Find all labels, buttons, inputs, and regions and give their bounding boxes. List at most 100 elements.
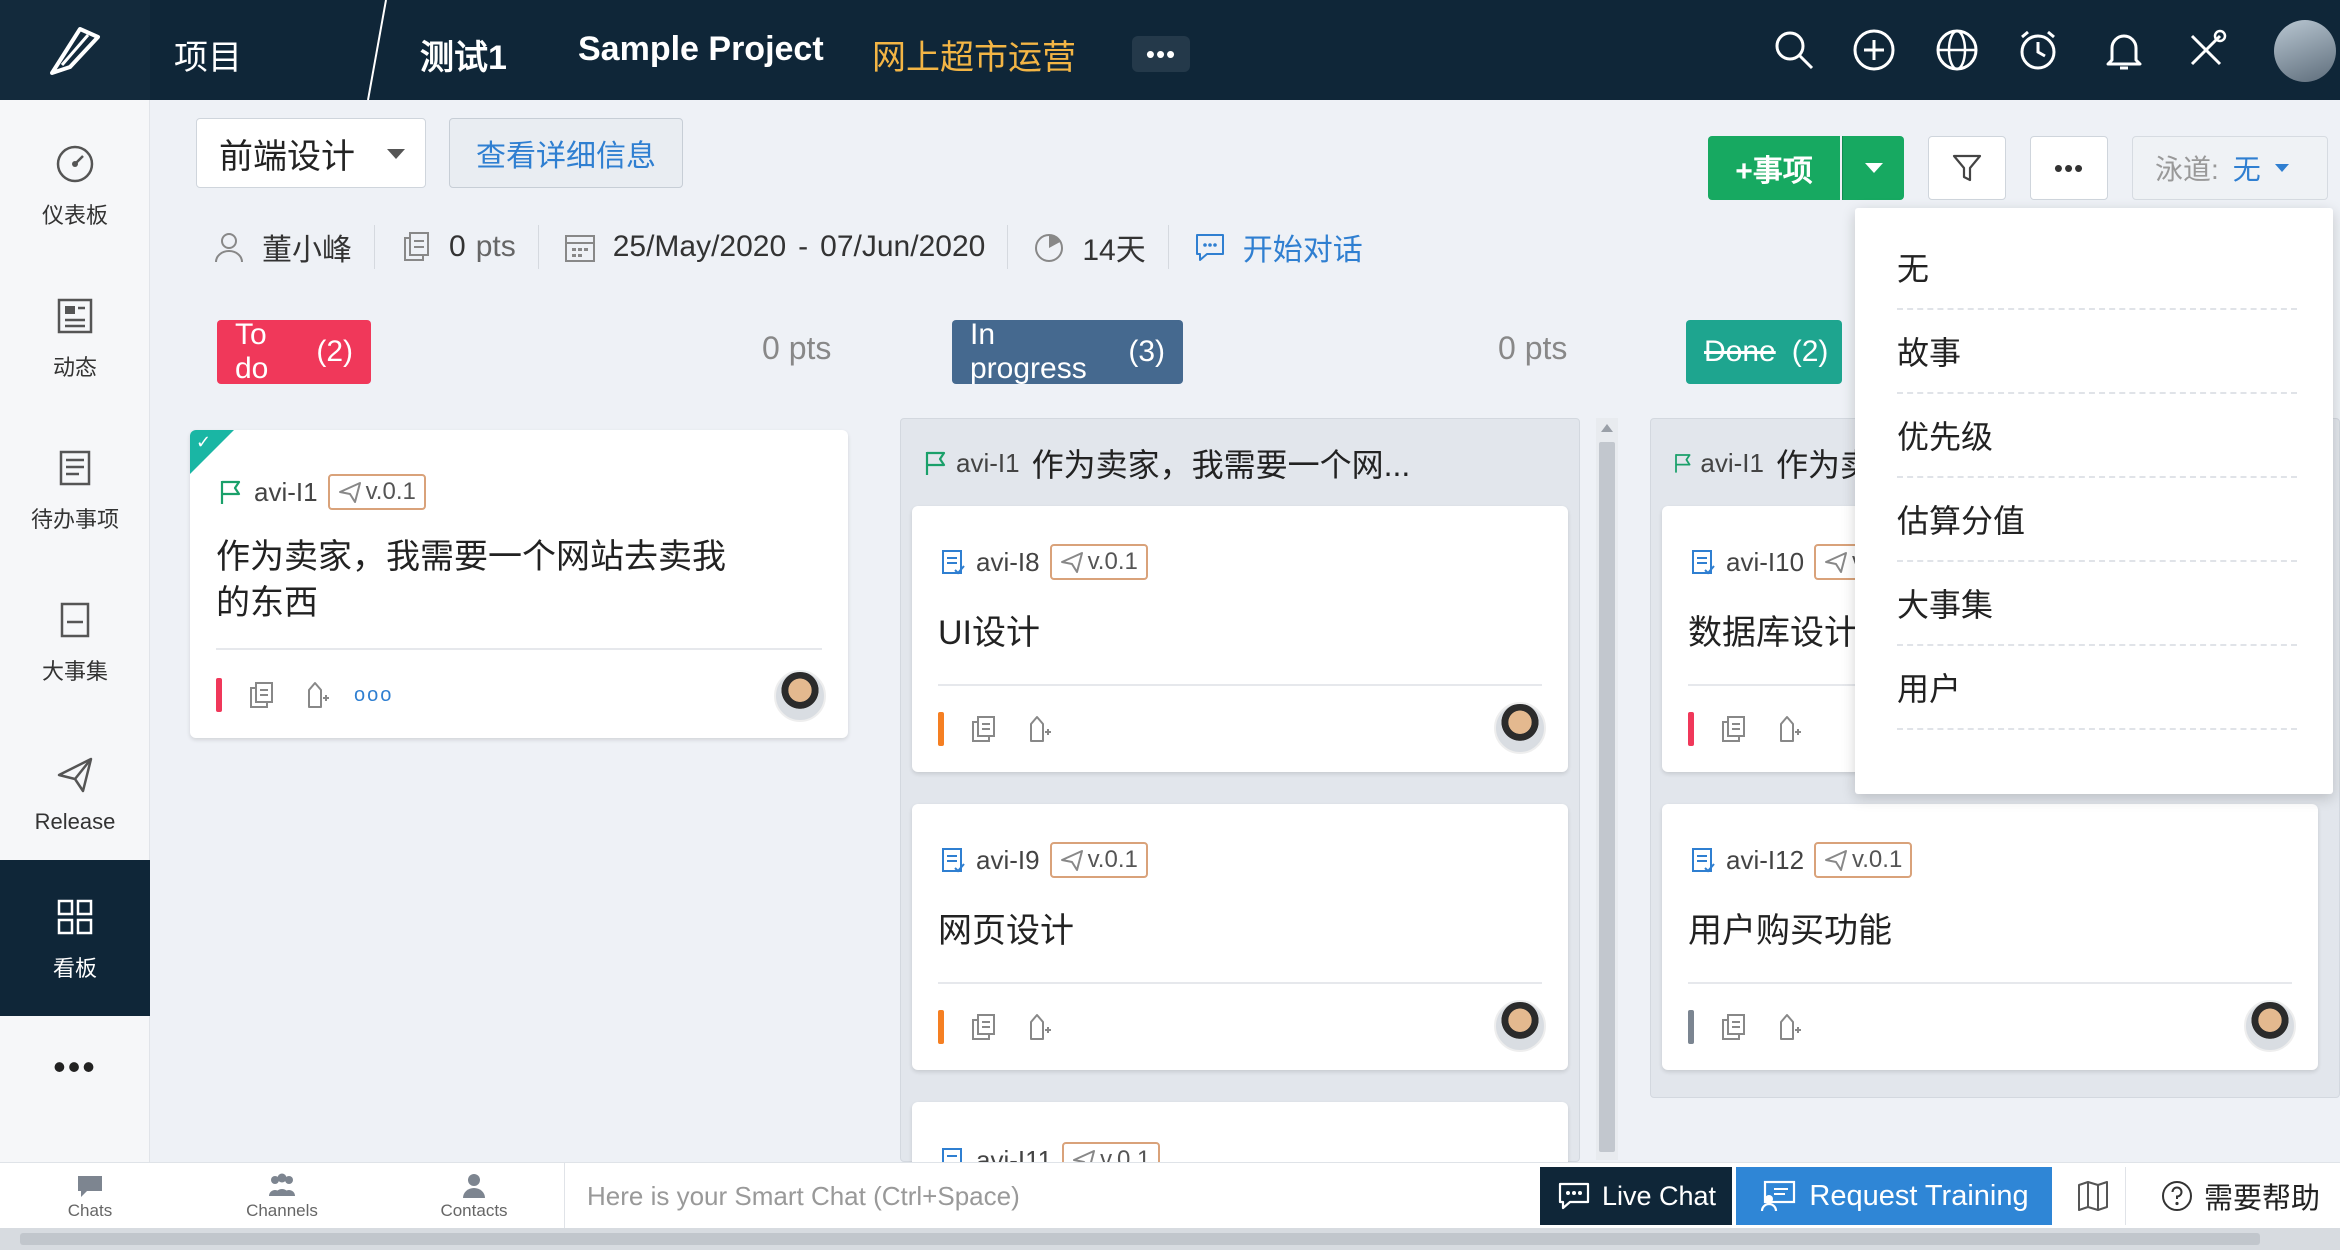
add-item-button[interactable]: +事项 <box>1708 136 1840 200</box>
card-title[interactable]: 用户购买功能 <box>1688 908 1892 954</box>
priority-indicator[interactable] <box>938 1010 944 1044</box>
card-title[interactable]: 数据库设计 <box>1688 610 1858 656</box>
release-badge[interactable]: v.0.1 <box>1062 1142 1161 1162</box>
priority-indicator[interactable] <box>216 678 222 712</box>
user-icon <box>210 228 248 266</box>
task-icon <box>1688 547 1718 577</box>
help-button[interactable]: 需要帮助 <box>2140 1167 2340 1225</box>
scroll-up-icon[interactable] <box>1601 424 1613 432</box>
points-unit: pts <box>475 230 516 263</box>
card-title[interactable]: 作为卖家，我需要一个网站去卖我 的东西 <box>216 534 726 626</box>
swimlane-selector[interactable]: 泳道: 无 <box>2132 136 2328 200</box>
board-more-button[interactable]: ••• <box>2030 136 2108 200</box>
app-logo[interactable] <box>0 0 150 100</box>
column-header-todo[interactable]: To do (2) <box>217 318 371 385</box>
nav-backlog[interactable]: 待办事项 <box>0 424 150 554</box>
release-badge[interactable]: v.0.1 <box>1049 544 1148 580</box>
add-tag-icon[interactable] <box>1772 1011 1804 1043</box>
subtasks-icon[interactable] <box>1718 1011 1750 1043</box>
assignee-avatar[interactable] <box>1494 1000 1546 1052</box>
work-item-card[interactable]: avi-I12 v.0.1 用户购买功能 <box>1662 804 2318 1070</box>
release-badge[interactable]: v.0.1 <box>1814 842 1913 878</box>
add-tag-icon[interactable] <box>1022 1011 1054 1043</box>
add-tag-icon[interactable] <box>1772 713 1804 745</box>
add-tag-icon[interactable] <box>300 679 332 711</box>
request-training-button[interactable]: Request Training <box>1736 1167 2052 1225</box>
tools-icon[interactable] <box>2182 26 2230 74</box>
priority-indicator[interactable] <box>1688 712 1694 746</box>
user-avatar[interactable] <box>2274 20 2336 82</box>
parent-story-header[interactable]: avi-I1 作为卖家，我需要一个网... <box>922 440 1562 486</box>
top-navigation-bar: 项目 测试1 Sample Project 网上超市运营 ••• <box>0 0 2340 100</box>
add-circle-icon[interactable] <box>1850 26 1898 74</box>
globe-icon[interactable] <box>1933 26 1981 74</box>
scrollbar-thumb[interactable] <box>20 1233 2260 1245</box>
swimlane-option-priority[interactable]: 优先级 <box>1897 394 2297 478</box>
card-title[interactable]: UI设计 <box>938 610 1040 656</box>
epic-icon <box>51 596 99 644</box>
map-book-button[interactable] <box>2060 1167 2126 1225</box>
work-item-card[interactable]: avi-I9 v.0.1 网页设计 <box>912 804 1568 1070</box>
release-badge[interactable]: v.0.1 <box>327 474 426 510</box>
end-date: 07/Jun/2020 <box>820 230 986 263</box>
start-chat-link[interactable]: 开始对话 <box>1191 225 1363 269</box>
alarm-clock-icon[interactable] <box>2014 26 2062 74</box>
live-chat-button[interactable]: Live Chat <box>1540 1167 1732 1225</box>
smart-chat-input[interactable]: Here is your Smart Chat (Ctrl+Space) <box>564 1163 1540 1229</box>
add-item-dropdown-button[interactable] <box>1842 136 1904 200</box>
breadcrumb-project[interactable]: Sample Project <box>578 30 824 69</box>
work-item-card[interactable]: ✓ avi-I1 v.0.1 作为卖家，我需要一个网站去卖我 的东西 ooo <box>190 430 848 738</box>
swimlane-option-user[interactable]: 用户 <box>1897 646 2297 730</box>
column-count: (2) <box>1791 335 1829 368</box>
contacts-icon <box>458 1171 490 1201</box>
filter-button[interactable] <box>1928 136 2006 200</box>
column-scrollbar[interactable] <box>1596 418 1618 1160</box>
assignee-avatar[interactable] <box>2244 1000 2296 1052</box>
search-icon[interactable] <box>1770 26 1818 74</box>
breadcrumb-current-project[interactable]: 网上超市运营 <box>872 30 1076 79</box>
priority-indicator[interactable] <box>1688 1010 1694 1044</box>
chats-tab[interactable]: Chats <box>30 1171 150 1221</box>
add-tag-icon[interactable] <box>1022 713 1054 745</box>
priority-indicator[interactable] <box>938 712 944 746</box>
card-more-button[interactable]: ooo <box>354 684 393 707</box>
work-item-card[interactable]: avi-I8 v.0.1 UI设计 <box>912 506 1568 772</box>
subtasks-icon[interactable] <box>968 713 1000 745</box>
column-name: To do <box>235 318 269 385</box>
scrollbar-thumb[interactable] <box>1599 442 1615 1152</box>
sprint-dates[interactable]: 25/May/2020 - 07/Jun/2020 <box>561 228 986 266</box>
horizontal-scrollbar[interactable] <box>0 1228 2340 1250</box>
nav-feed[interactable]: 动态 <box>0 272 150 402</box>
contacts-tab[interactable]: Contacts <box>414 1171 534 1221</box>
nav-dashboard[interactable]: 仪表板 <box>0 120 150 250</box>
nav-release[interactable]: Release <box>0 728 150 858</box>
work-item-card[interactable]: avi-I11 v.0.1 <box>912 1102 1568 1162</box>
breadcrumb-portal[interactable]: 测试1 <box>420 30 507 79</box>
assignee-avatar[interactable] <box>774 670 826 722</box>
nav-board[interactable]: 看板 <box>0 860 150 1016</box>
swimlane-option-epic[interactable]: 大事集 <box>1897 562 2297 646</box>
sprint-selector[interactable]: 前端设计 <box>196 118 426 188</box>
nav-more-button[interactable]: ••• <box>0 1046 150 1088</box>
swimlane-option-estimate[interactable]: 估算分值 <box>1897 478 2297 562</box>
card-title[interactable]: 网页设计 <box>938 908 1074 954</box>
card-id: avi-I11 <box>976 1144 1053 1163</box>
release-badge[interactable]: v.0.1 <box>1049 842 1148 878</box>
bell-icon[interactable] <box>2100 26 2148 74</box>
subtasks-icon[interactable] <box>968 1011 1000 1043</box>
column-header-in-progress[interactable]: In progress (3) <box>952 318 1183 385</box>
swimlane-option-none[interactable]: 无 <box>1897 226 2297 310</box>
subtasks-icon[interactable] <box>246 679 278 711</box>
subtasks-icon[interactable] <box>1718 713 1750 745</box>
assignee-avatar[interactable] <box>1494 702 1546 754</box>
channels-tab[interactable]: Channels <box>222 1171 342 1221</box>
swimlane-option-story[interactable]: 故事 <box>1897 310 2297 394</box>
view-details-button[interactable]: 查看详细信息 <box>449 118 683 188</box>
nav-epics[interactable]: 大事集 <box>0 576 150 706</box>
card-id: avi-I1 <box>254 476 318 507</box>
parent-story-header[interactable]: avi-I1 作为卖 <box>1672 440 1872 486</box>
column-header-done[interactable]: Done (2) <box>1686 320 1842 384</box>
projects-menu[interactable]: 项目 <box>174 30 242 79</box>
more-projects-button[interactable]: ••• <box>1132 36 1190 72</box>
sprint-owner[interactable]: 董小峰 <box>210 225 352 269</box>
